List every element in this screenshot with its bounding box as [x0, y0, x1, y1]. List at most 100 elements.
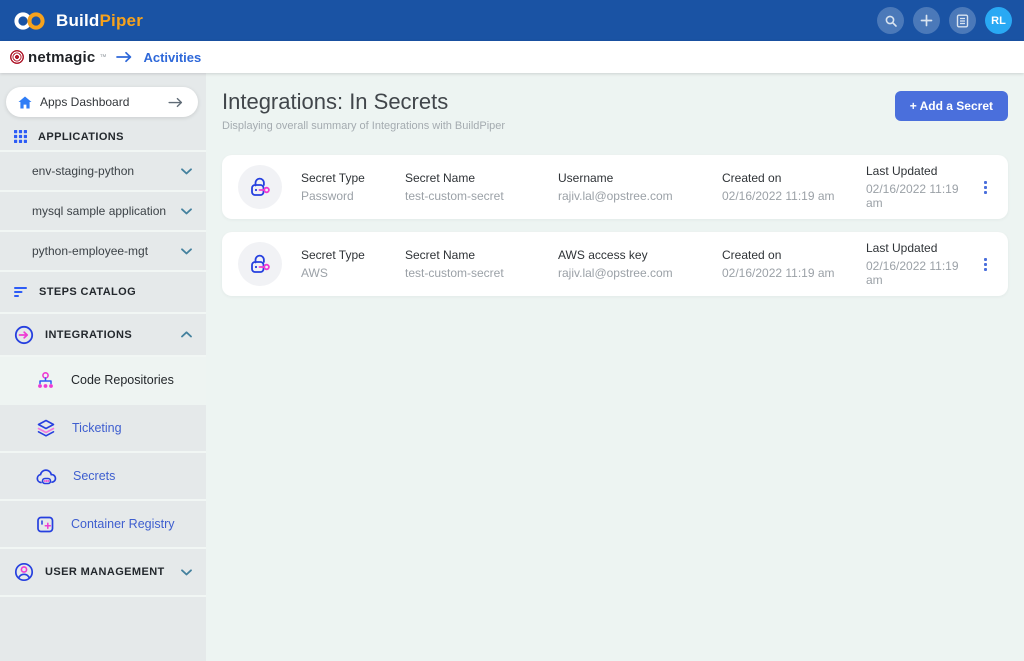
container-box-icon — [36, 515, 55, 534]
sidebar-item-secrets[interactable]: Secrets — [0, 453, 206, 501]
integration-item-label: Ticketing — [72, 421, 122, 435]
sidebar-section-user-management[interactable]: USER MANAGEMENT — [0, 549, 206, 597]
steps-catalog-label: STEPS CATALOG — [39, 286, 136, 298]
create-button[interactable] — [913, 7, 940, 34]
secret-field-label: Username — [558, 171, 722, 185]
created-on-value: 02/16/2022 11:19 am — [722, 266, 866, 280]
buildpiper-logo[interactable]: BuildPiper — [12, 10, 143, 32]
secret-type-label: Secret Type — [301, 248, 405, 262]
sidebar: Apps Dashboard APPLICATIONS env-staging-… — [0, 73, 206, 661]
lock-key-icon — [247, 174, 273, 200]
secret-type-col: Secret Type Password — [301, 171, 405, 203]
main-content: Integrations: In Secrets Displaying over… — [206, 73, 1024, 661]
card-menu-button[interactable] — [974, 177, 996, 198]
secret-field-col: Username rajiv.lal@opstree.com — [558, 171, 722, 203]
trademark: ™ — [99, 54, 106, 61]
secret-field-label: AWS access key — [558, 248, 722, 262]
infinity-logo-icon — [12, 10, 48, 32]
notes-button[interactable] — [949, 7, 976, 34]
plus-icon — [920, 14, 933, 27]
secret-icon-wrap — [238, 165, 282, 209]
arrow-right-icon — [168, 97, 184, 108]
layers-icon — [36, 419, 56, 437]
sidebar-top: Apps Dashboard — [0, 73, 206, 123]
card-menu-button[interactable] — [974, 254, 996, 275]
integration-item-label: Container Registry — [71, 517, 175, 531]
netmagic-logo[interactable]: netmagic ™ — [10, 49, 106, 66]
last-updated-value: 02/16/2022 11:19 am — [866, 259, 974, 287]
home-icon — [18, 96, 32, 109]
created-on-col: Created on 02/16/2022 11:19 am — [722, 248, 866, 280]
document-icon — [956, 14, 969, 28]
sidebar-item-python-employee-mgt[interactable]: python-employee-mgt — [0, 232, 206, 272]
top-navbar: BuildPiper RL — [0, 0, 1024, 41]
sidebar-item-code-repositories[interactable]: Code Repositories — [0, 357, 206, 405]
app-item-label: mysql sample application — [32, 204, 181, 218]
secret-name-label: Secret Name — [405, 171, 558, 185]
secret-field-value: rajiv.lal@opstree.com — [558, 189, 722, 203]
grid-icon — [14, 130, 27, 143]
last-updated-label: Last Updated — [866, 241, 974, 255]
secret-name-value: test-custom-secret — [405, 266, 558, 280]
secret-type-label: Secret Type — [301, 171, 405, 185]
secret-name-col: Secret Name test-custom-secret — [405, 171, 558, 203]
integrations-label: INTEGRATIONS — [45, 329, 181, 341]
sidebar-section-steps-catalog[interactable]: STEPS CATALOG — [0, 272, 206, 314]
steps-icon — [14, 286, 28, 298]
chevron-down-icon — [181, 168, 192, 175]
app-item-label: python-employee-mgt — [32, 244, 181, 258]
created-on-label: Created on — [722, 248, 866, 262]
secret-name-label: Secret Name — [405, 248, 558, 262]
secret-field-value: rajiv.lal@opstree.com — [558, 266, 722, 280]
sidebar-item-container-registry[interactable]: Container Registry — [0, 501, 206, 549]
breadcrumb-bar: netmagic ™ Activities — [0, 41, 1024, 73]
secret-icon-wrap — [238, 242, 282, 286]
search-button[interactable] — [877, 7, 904, 34]
last-updated-label: Last Updated — [866, 164, 974, 178]
lock-key-icon — [247, 251, 273, 277]
sidebar-item-ticketing[interactable]: Ticketing — [0, 405, 206, 453]
apps-dashboard-button[interactable]: Apps Dashboard — [6, 87, 198, 117]
secret-card-password: Secret Type Password Secret Name test-cu… — [222, 155, 1008, 219]
apps-dashboard-label: Apps Dashboard — [40, 95, 168, 109]
secret-name-value: test-custom-secret — [405, 189, 558, 203]
user-management-label: USER MANAGEMENT — [45, 566, 181, 578]
chevron-down-icon — [181, 569, 192, 576]
kebab-menu-icon — [984, 258, 987, 261]
page-subtitle: Displaying overall summary of Integratio… — [222, 120, 505, 132]
secret-card-aws: Secret Type AWS Secret Name test-custom-… — [222, 232, 1008, 296]
integrations-circle-arrow-icon — [14, 325, 34, 345]
secret-type-col: Secret Type AWS — [301, 248, 405, 280]
brand-build: Build — [56, 11, 100, 30]
secrets-list: Secret Type Password Secret Name test-cu… — [222, 155, 1008, 296]
created-on-label: Created on — [722, 171, 866, 185]
last-updated-col: Last Updated 02/16/2022 11:19 am — [866, 241, 974, 287]
sidebar-item-env-staging-python[interactable]: env-staging-python — [0, 152, 206, 192]
brand-name: BuildPiper — [56, 11, 143, 31]
secret-name-col: Secret Name test-custom-secret — [405, 248, 558, 280]
breadcrumb-activities[interactable]: Activities — [143, 50, 201, 65]
cloud-lock-icon — [36, 468, 57, 485]
page-title: Integrations: In Secrets — [222, 89, 505, 115]
sidebar-section-integrations[interactable]: INTEGRATIONS — [0, 314, 206, 357]
secret-field-col: AWS access key rajiv.lal@opstree.com — [558, 248, 722, 280]
user-avatar[interactable]: RL — [985, 7, 1012, 34]
org-chart-icon — [36, 372, 55, 389]
page-header: Integrations: In Secrets Displaying over… — [222, 89, 1008, 132]
created-on-col: Created on 02/16/2022 11:19 am — [722, 171, 866, 203]
user-circle-icon — [14, 562, 34, 582]
netmagic-rings-icon — [10, 50, 24, 64]
integration-item-label: Code Repositories — [71, 373, 174, 387]
arrow-right-icon — [116, 51, 133, 63]
app-item-label: env-staging-python — [32, 164, 181, 178]
sidebar-item-mysql-sample-application[interactable]: mysql sample application — [0, 192, 206, 232]
chevron-down-icon — [181, 208, 192, 215]
chevron-up-icon — [181, 331, 192, 338]
integration-item-label: Secrets — [73, 469, 115, 483]
add-secret-button[interactable]: + Add a Secret — [895, 91, 1008, 121]
search-icon — [884, 14, 898, 28]
last-updated-col: Last Updated 02/16/2022 11:19 am — [866, 164, 974, 210]
kebab-menu-icon — [984, 181, 987, 184]
last-updated-value: 02/16/2022 11:19 am — [866, 182, 974, 210]
sidebar-section-applications[interactable]: APPLICATIONS — [0, 123, 206, 152]
